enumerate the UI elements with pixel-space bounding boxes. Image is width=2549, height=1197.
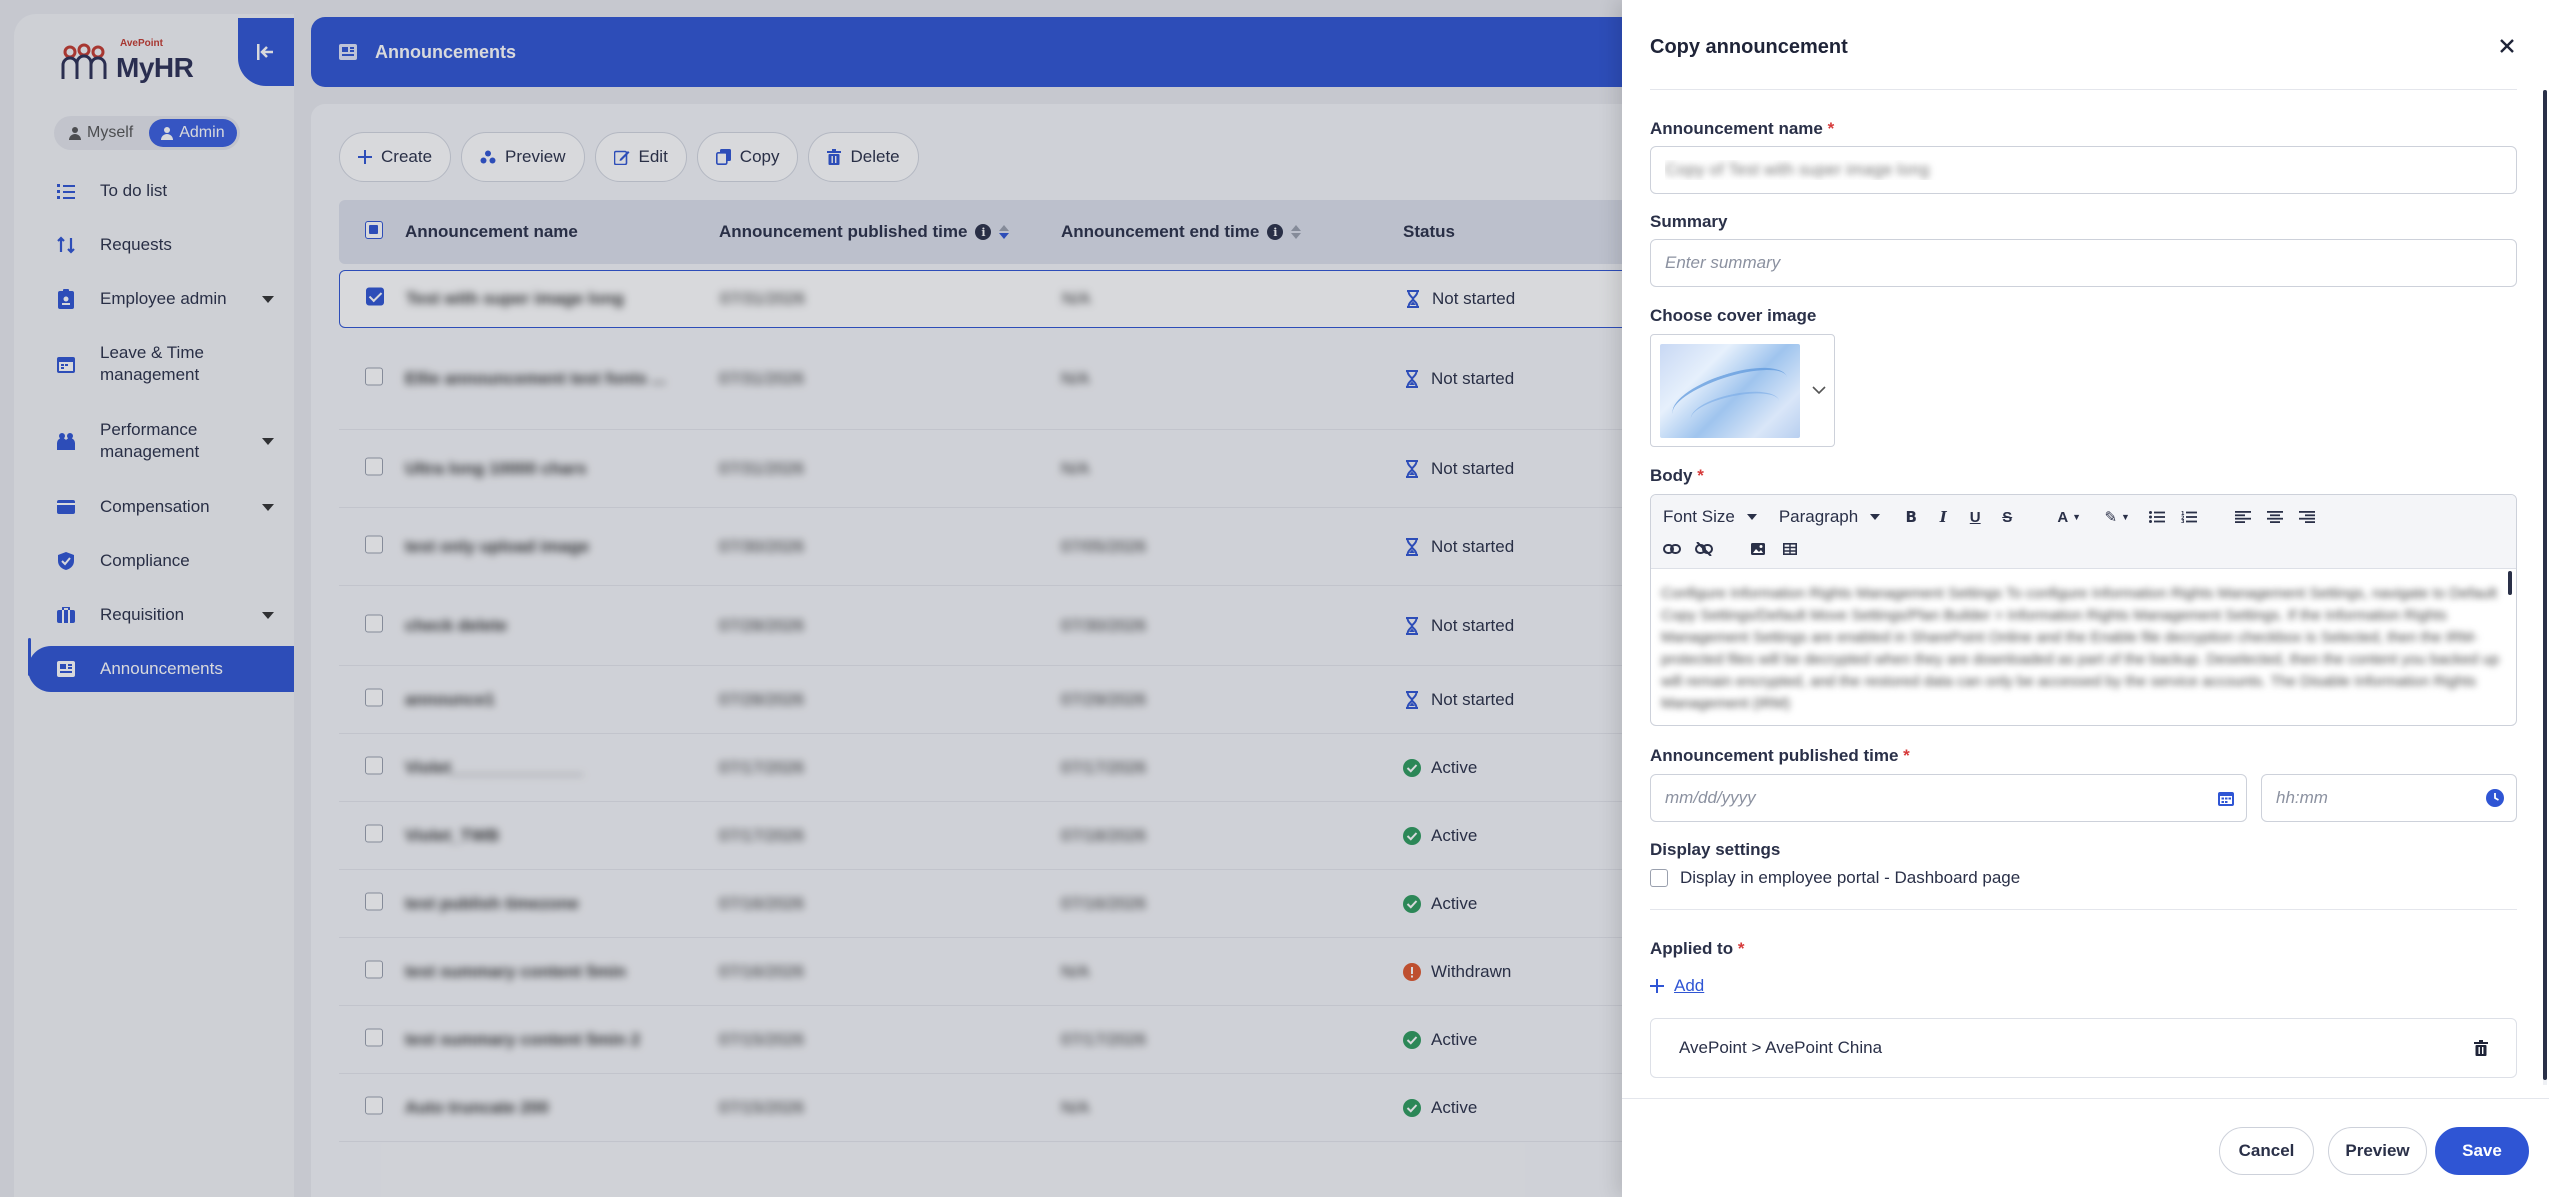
close-icon	[2500, 39, 2514, 53]
published-time-label: Announcement published time *	[1650, 746, 1910, 765]
editor-content[interactable]: Configure Information Rights Management …	[1651, 569, 2516, 725]
chevron-down-icon	[1812, 386, 1826, 395]
copy-announcement-panel: Copy announcement Announcement name * Su…	[1622, 0, 2549, 1197]
editor-toolbar: Font Size Paragraph B I U S A ▼ ✎ ▼ 123	[1651, 495, 2516, 569]
panel-title: Copy announcement	[1650, 36, 1848, 58]
published-time-input[interactable]: hh:mm	[2261, 774, 2517, 822]
add-label: Add	[1674, 976, 1705, 995]
date-placeholder: mm/dd/yyyy	[1665, 788, 1756, 807]
summary-label: Summary	[1650, 212, 1728, 231]
display-dashboard-checkbox[interactable]	[1650, 869, 1668, 887]
body-label: Body *	[1650, 466, 1704, 485]
cover-image-label: Choose cover image	[1650, 306, 1817, 325]
applied-to-path: AvePoint > AvePoint China	[1679, 1038, 1883, 1057]
numbered-list-icon[interactable]: 123	[2180, 508, 2198, 526]
display-dashboard-option[interactable]: Display in employee portal - Dashboard p…	[1650, 868, 2020, 888]
bullet-list-icon[interactable]	[2148, 508, 2166, 526]
align-right-icon[interactable]	[2298, 508, 2316, 526]
trash-icon	[2474, 1040, 2488, 1056]
highlight-color-icon[interactable]: ✎ ▼	[2100, 508, 2134, 526]
add-applied-link[interactable]: Add	[1650, 976, 1704, 996]
announcement-name-input[interactable]	[1650, 146, 2517, 194]
font-size-dropdown[interactable]: Font Size	[1663, 507, 1757, 527]
underline-icon[interactable]: U	[1966, 508, 1984, 526]
insert-image-icon[interactable]	[1749, 540, 1767, 558]
save-button[interactable]: Save	[2435, 1127, 2529, 1175]
unlink-icon[interactable]	[1695, 540, 1713, 558]
applied-to-item: AvePoint > AvePoint China	[1650, 1018, 2517, 1078]
insert-table-icon[interactable]	[1781, 540, 1799, 558]
panel-scrollbar-thumb[interactable]	[2543, 90, 2547, 1080]
applied-to-label: Applied to *	[1650, 939, 1745, 958]
close-button[interactable]	[2495, 34, 2519, 58]
published-date-input[interactable]: mm/dd/yyyy	[1650, 774, 2247, 822]
calendar-icon	[2218, 792, 2234, 806]
announcement-name-label: Announcement name *	[1650, 119, 1835, 138]
plus-icon	[1650, 979, 1664, 993]
bold-icon[interactable]: B	[1902, 508, 1920, 526]
delete-applied-button[interactable]	[2474, 1040, 2488, 1056]
text-color-icon[interactable]: A ▼	[2052, 508, 2086, 526]
italic-icon[interactable]: I	[1934, 508, 1952, 526]
time-placeholder: hh:mm	[2276, 788, 2328, 807]
paragraph-dropdown[interactable]: Paragraph	[1779, 507, 1881, 527]
display-settings-label: Display settings	[1650, 840, 1781, 859]
cancel-button[interactable]: Cancel	[2219, 1127, 2314, 1175]
cover-image-thumbnail	[1660, 343, 1800, 438]
svg-text:3: 3	[2181, 519, 2185, 523]
divider	[1650, 89, 2517, 90]
clock-icon	[2486, 789, 2504, 807]
rich-text-editor[interactable]: Font Size Paragraph B I U S A▼ ✎▼ 123	[1650, 494, 2517, 726]
preview-panel-button[interactable]: Preview	[2328, 1127, 2427, 1175]
link-icon[interactable]	[1663, 540, 1681, 558]
display-dashboard-label: Display in employee portal - Dashboard p…	[1680, 868, 2021, 887]
cover-image-select[interactable]	[1650, 334, 1835, 447]
editor-scrollbar[interactable]	[2508, 571, 2512, 595]
panel-footer: Cancel Preview Save	[1622, 1098, 2549, 1197]
align-center-icon[interactable]	[2266, 508, 2284, 526]
strikethrough-icon[interactable]: S	[1998, 508, 2016, 526]
align-left-icon[interactable]	[2234, 508, 2252, 526]
summary-input[interactable]	[1650, 239, 2517, 287]
divider	[1650, 909, 2517, 910]
